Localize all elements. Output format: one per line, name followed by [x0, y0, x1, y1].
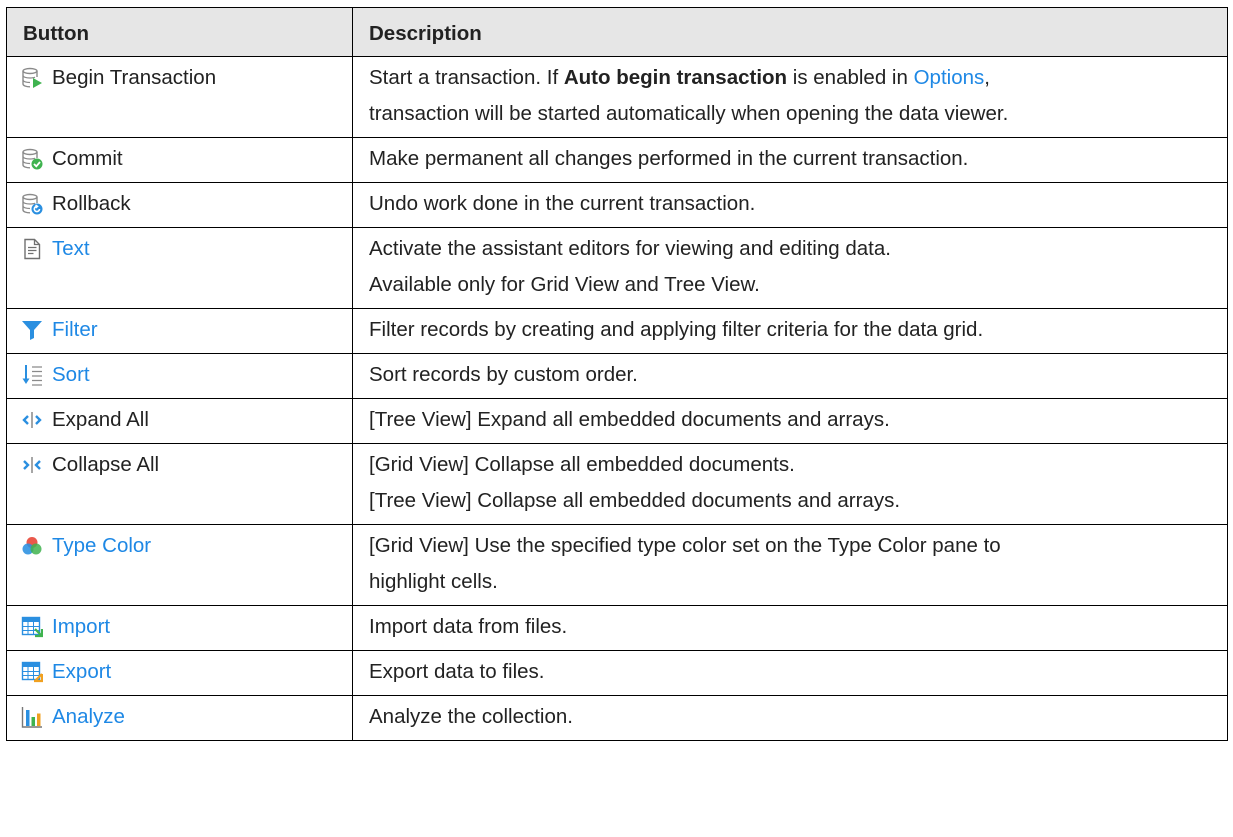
- table-row: Begin Transaction Start a transaction. I…: [6, 56, 1228, 138]
- button-description-table-container: Button Description Begin Transaction Sta…: [6, 7, 1228, 741]
- type-color-button[interactable]: Type Color: [52, 528, 151, 564]
- analyze-icon: [21, 706, 43, 728]
- description-cell: Activate the assistant editors for viewi…: [352, 227, 1228, 309]
- description-line: Export data to files.: [369, 660, 545, 683]
- description-cell: [Grid View] Collapse all embedded docume…: [352, 443, 1228, 525]
- description-cell: Undo work done in the current transactio…: [352, 182, 1228, 228]
- table-row: Rollback Undo work done in the current t…: [6, 182, 1228, 228]
- begin-transaction-button[interactable]: Begin Transaction: [52, 60, 216, 96]
- description-line: Analyze the collection.: [369, 705, 573, 728]
- description-line: Make permanent all changes performed in …: [369, 147, 969, 170]
- description-line: [Tree View] Collapse all embedded docume…: [369, 489, 901, 512]
- sort-icon: [21, 364, 43, 386]
- description-line: Available only for Grid View and Tree Vi…: [369, 273, 760, 296]
- description-line: Import data from files.: [369, 615, 568, 638]
- collapse-all-icon: [21, 454, 43, 476]
- expand-all-button[interactable]: Expand All: [52, 402, 149, 438]
- table-row: Import Import data from files.: [6, 605, 1228, 651]
- description-cell: Start a transaction. If Auto begin trans…: [352, 56, 1228, 138]
- description-line: Filter records by creating and applying …: [369, 318, 984, 341]
- table-row: Commit Make permanent all changes perfor…: [6, 137, 1228, 183]
- description-line: [Grid View] Collapse all embedded docume…: [369, 453, 795, 476]
- table-row: Sort Sort records by custom order.: [6, 353, 1228, 399]
- description-cell: Sort records by custom order.: [352, 353, 1228, 399]
- button-cell: Rollback: [6, 182, 353, 228]
- description-line: Start a transaction. If Auto begin trans…: [369, 60, 1217, 96]
- description-line: transaction will be started automaticall…: [369, 102, 1009, 125]
- export-icon: [21, 661, 43, 683]
- sort-button[interactable]: Sort: [52, 357, 90, 393]
- filter-icon: [21, 319, 43, 341]
- description-text: ,: [984, 66, 990, 89]
- table-row: Analyze Analyze the collection.: [6, 695, 1228, 741]
- table-row: Export Export data to files.: [6, 650, 1228, 696]
- description-line: Sort records by custom order.: [369, 363, 638, 386]
- options-link[interactable]: Options: [914, 66, 985, 89]
- auto-begin-transaction-label: Auto begin transaction: [563, 66, 788, 89]
- description-cell: Make permanent all changes performed in …: [352, 137, 1228, 183]
- description-cell: Filter records by creating and applying …: [352, 308, 1228, 354]
- description-text: is enabled in: [787, 66, 914, 89]
- button-cell: Sort: [6, 353, 353, 399]
- description-text: Start a transaction. If: [369, 66, 564, 89]
- commit-button[interactable]: Commit: [52, 141, 123, 177]
- rollback-button[interactable]: Rollback: [52, 186, 131, 222]
- filter-button[interactable]: Filter: [52, 312, 98, 348]
- button-cell: Begin Transaction: [6, 56, 353, 138]
- table-row: Text Activate the assistant editors for …: [6, 227, 1228, 309]
- description-line: [Grid View] Use the specified type color…: [369, 534, 1001, 557]
- description-line: highlight cells.: [369, 570, 498, 593]
- button-cell: Filter: [6, 308, 353, 354]
- type-color-icon: [21, 535, 43, 557]
- button-cell: Analyze: [6, 695, 353, 741]
- import-button[interactable]: Import: [52, 609, 110, 645]
- expand-all-icon: [21, 409, 43, 431]
- button-description-table: Button Description Begin Transaction Sta…: [6, 7, 1228, 741]
- button-cell: Export: [6, 650, 353, 696]
- collapse-all-button[interactable]: Collapse All: [52, 447, 159, 483]
- description-cell: Export data to files.: [352, 650, 1228, 696]
- table-row: Collapse All [Grid View] Collapse all em…: [6, 443, 1228, 525]
- description-line: Undo work done in the current transactio…: [369, 192, 756, 215]
- button-cell: Expand All: [6, 398, 353, 444]
- description-cell: Import data from files.: [352, 605, 1228, 651]
- button-cell: Type Color: [6, 524, 353, 606]
- button-cell: Text: [6, 227, 353, 309]
- commit-icon: [21, 148, 43, 170]
- analyze-button[interactable]: Analyze: [52, 699, 125, 735]
- text-icon: [21, 238, 43, 260]
- table-row: Type Color [Grid View] Use the specified…: [6, 524, 1228, 606]
- table-row: Filter Filter records by creating and ap…: [6, 308, 1228, 354]
- table-row: Expand All [Tree View] Expand all embedd…: [6, 398, 1228, 444]
- button-cell: Commit: [6, 137, 353, 183]
- description-cell: Analyze the collection.: [352, 695, 1228, 741]
- button-cell: Collapse All: [6, 443, 353, 525]
- table-header-row: Button Description: [6, 7, 1228, 57]
- import-icon: [21, 616, 43, 638]
- description-line: [Tree View] Expand all embedded document…: [369, 408, 890, 431]
- column-header-description: Description: [352, 7, 1228, 57]
- description-line: Activate the assistant editors for viewi…: [369, 237, 891, 260]
- description-cell: [Grid View] Use the specified type color…: [352, 524, 1228, 606]
- column-header-button: Button: [6, 7, 353, 57]
- description-cell: [Tree View] Expand all embedded document…: [352, 398, 1228, 444]
- export-button[interactable]: Export: [52, 654, 111, 690]
- rollback-icon: [21, 193, 43, 215]
- begin-transaction-icon: [21, 67, 43, 89]
- button-cell: Import: [6, 605, 353, 651]
- text-button[interactable]: Text: [52, 231, 90, 267]
